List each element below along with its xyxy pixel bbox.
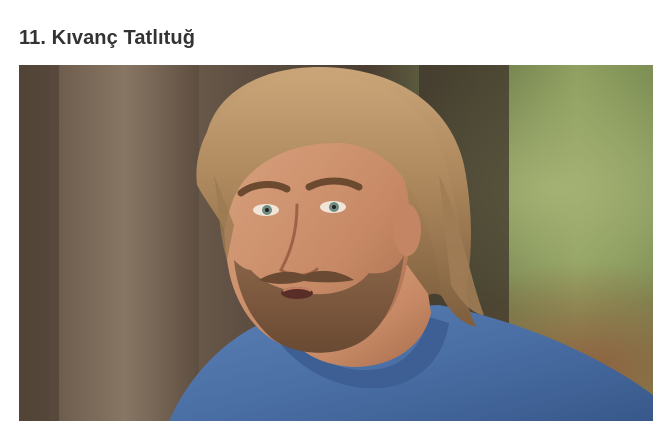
portrait-photo	[19, 65, 653, 421]
article-item: 11. Kıvanç Tatlıtuğ	[0, 0, 666, 435]
item-heading: 11. Kıvanç Tatlıtuğ	[19, 27, 196, 49]
portrait-illustration	[19, 65, 653, 421]
